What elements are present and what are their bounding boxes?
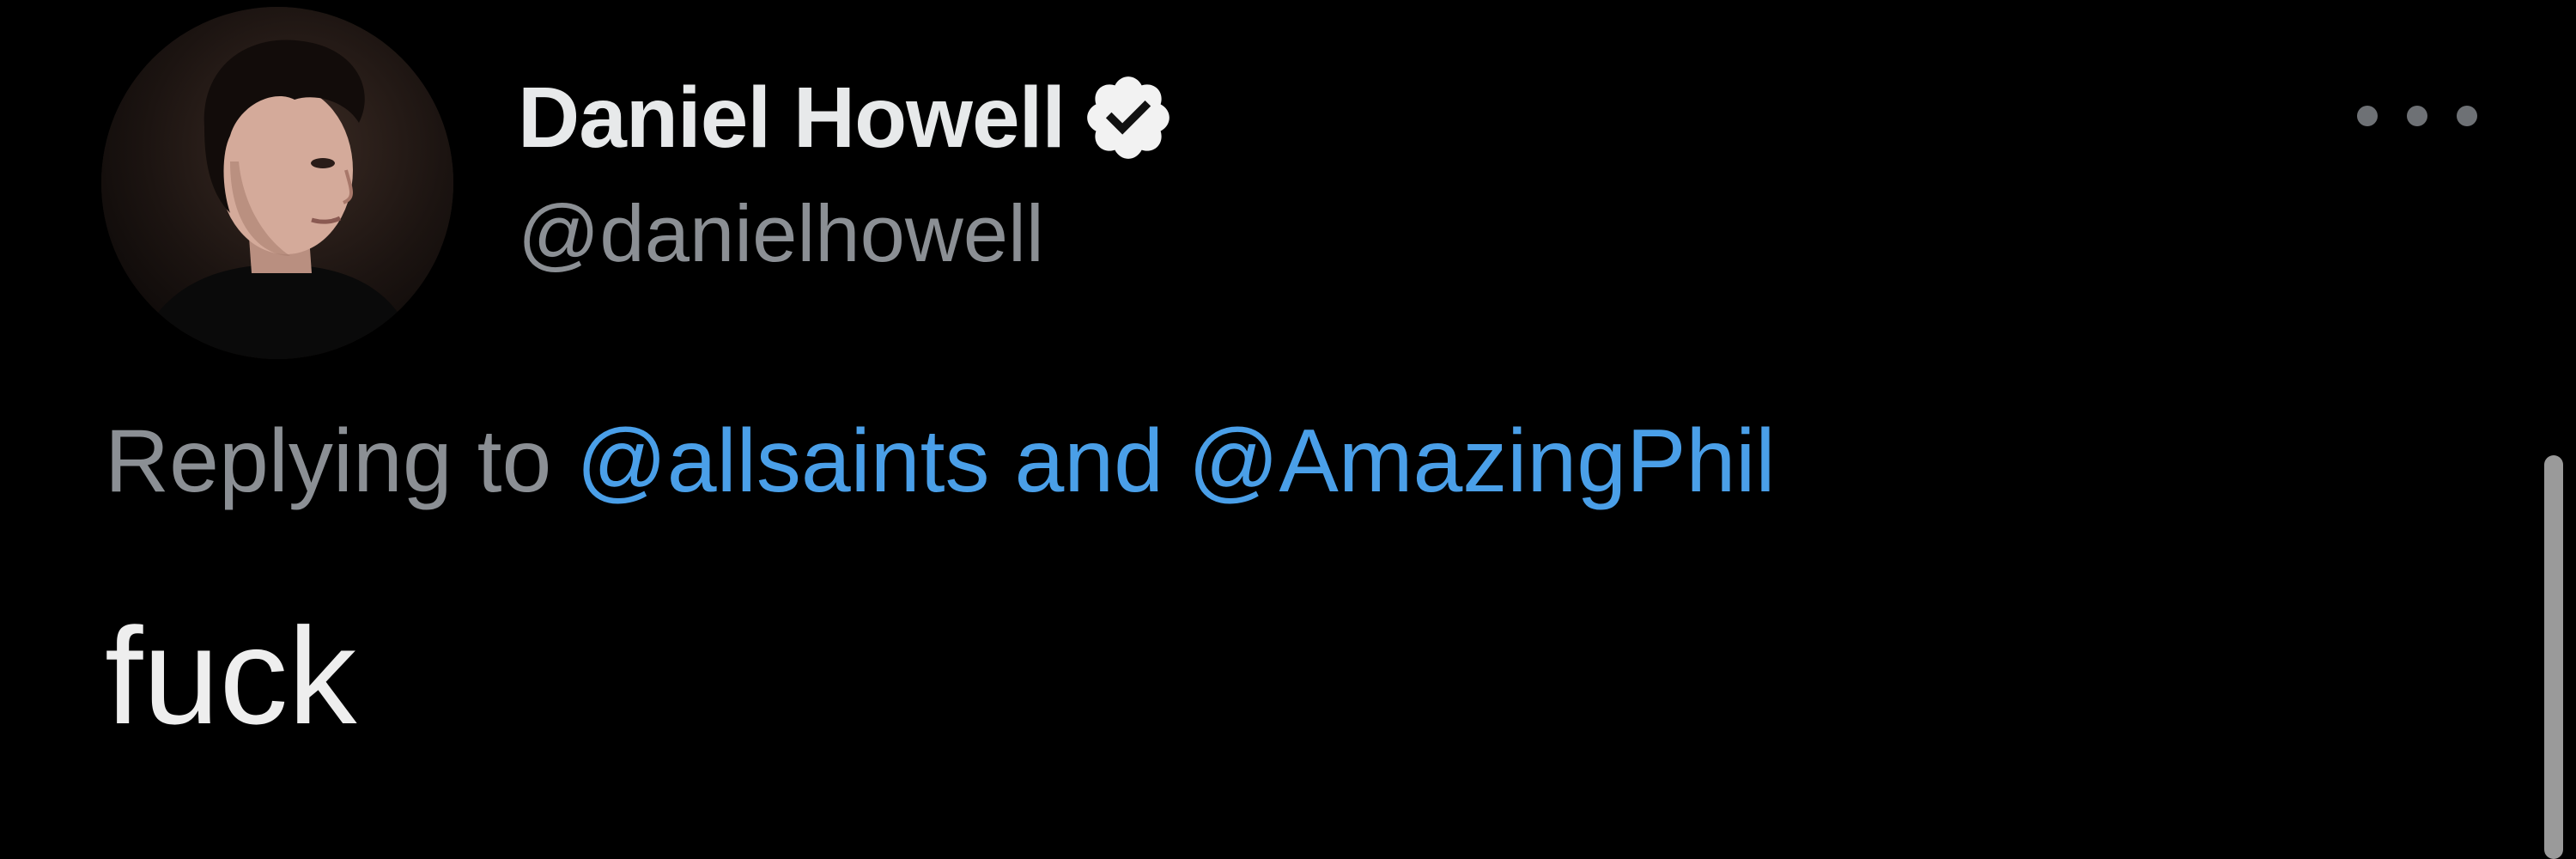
more-horizontal-icon	[2457, 106, 2477, 126]
avatar-photo-icon	[101, 7, 453, 359]
mention-link-allsaints[interactable]: @allsaints	[576, 411, 989, 511]
more-options-button[interactable]	[2357, 86, 2477, 146]
mention-separator: and	[1014, 411, 1163, 511]
more-horizontal-icon	[2407, 106, 2427, 126]
display-name[interactable]: Daniel Howell	[518, 69, 1066, 168]
display-name-row: Daniel Howell	[518, 62, 1176, 174]
reply-prefix: Replying to	[105, 411, 552, 511]
tweet-text: fuck	[105, 599, 357, 752]
more-horizontal-icon	[2357, 106, 2378, 126]
author-handle[interactable]: @danielhowell	[518, 187, 1044, 280]
tweet-card: Daniel Howell @danielhowell Replying to …	[0, 0, 2576, 859]
scrollbar[interactable]	[2544, 455, 2563, 859]
avatar[interactable]	[101, 7, 453, 359]
mention-link-amazingphil[interactable]: @AmazingPhil	[1188, 411, 1776, 511]
reply-context: Replying to @allsaints and @AmazingPhil	[105, 411, 1776, 513]
verified-badge-icon	[1080, 70, 1176, 166]
